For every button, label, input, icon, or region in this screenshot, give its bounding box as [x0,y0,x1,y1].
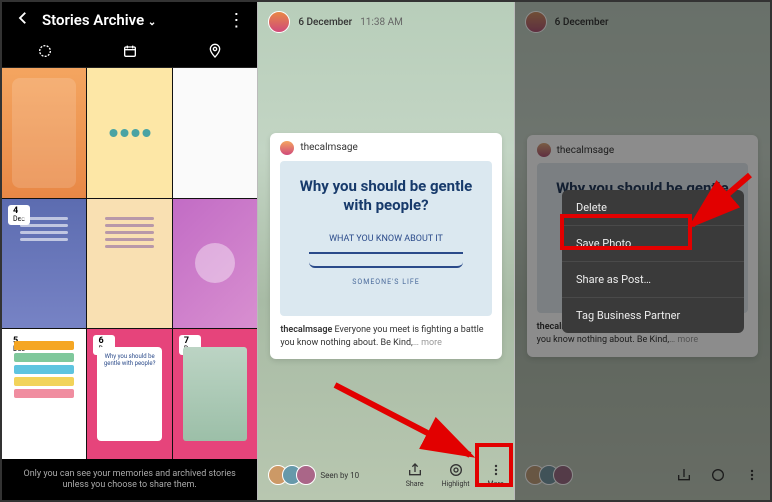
archive-tabs [2,38,257,68]
menu-delete[interactable]: Delete [562,190,744,226]
story-tile[interactable] [2,68,86,198]
back-icon[interactable] [14,9,32,31]
author-avatar [280,141,294,155]
story-tile[interactable]: 6Dec Why you should be gentle with peopl… [87,329,171,459]
story-date: 6 December [298,17,352,28]
context-menu: Delete Save Photo Share as Post… Tag Bus… [562,190,744,333]
menu-tag-business[interactable]: Tag Business Partner [562,298,744,333]
archive-grid: 4Dec 5Dec 6Dec Why you should be gentle … [2,68,257,459]
archive-header: Stories Archive ⌄ ⋮ [2,2,257,38]
post-caption: thecalmsage Everyone you meet is fightin… [280,324,491,349]
story-card[interactable]: thecalmsage Why you should be gentle wit… [270,133,501,359]
menu-save-photo[interactable]: Save Photo [562,226,744,262]
calendar-icon[interactable] [122,43,138,63]
post-image: Why you should be gentle with people? WH… [280,161,491,316]
highlight-button[interactable]: Highlight [442,462,470,488]
story-footer: Seen by 10 Share Highlight More [258,450,513,500]
story-tile[interactable] [87,199,171,329]
seen-by-label: Seen by 10 [320,471,359,480]
archive-title[interactable]: Stories Archive ⌄ [42,11,227,29]
story-header: 6 December 11:38 AM [258,2,513,42]
location-icon[interactable] [207,43,223,63]
story-tile[interactable] [87,68,171,198]
story-tile[interactable]: 5Dec [2,329,86,459]
story-tile[interactable]: 4Dec [2,199,86,329]
story-tile[interactable] [173,199,257,329]
story-body: thecalmsage Why you should be gentle wit… [258,42,513,450]
archive-footer-text: Only you can see your memories and archi… [2,459,257,500]
avatar[interactable] [268,11,290,33]
story-tile[interactable] [173,68,257,198]
post-heading: Why you should be gentle with people? [290,177,481,216]
reload-icon[interactable] [37,43,53,63]
more-link[interactable]: … more [413,338,442,348]
seen-by-avatars[interactable] [268,465,310,485]
story-view-panel: 6 December 11:38 AM thecalmsage Why you … [258,2,514,500]
archive-panel: Stories Archive ⌄ ⋮ 4Dec 5Dec 6Dec Why y… [2,2,258,500]
menu-share-as-post[interactable]: Share as Post… [562,262,744,298]
share-button[interactable]: Share [406,462,424,488]
story-tile[interactable]: 7Dec [173,329,257,459]
kebab-icon[interactable]: ⋮ [227,10,245,31]
story-time: 11:38 AM [360,17,403,28]
post-author[interactable]: thecalmsage [280,141,491,155]
more-button[interactable]: More [488,462,504,488]
